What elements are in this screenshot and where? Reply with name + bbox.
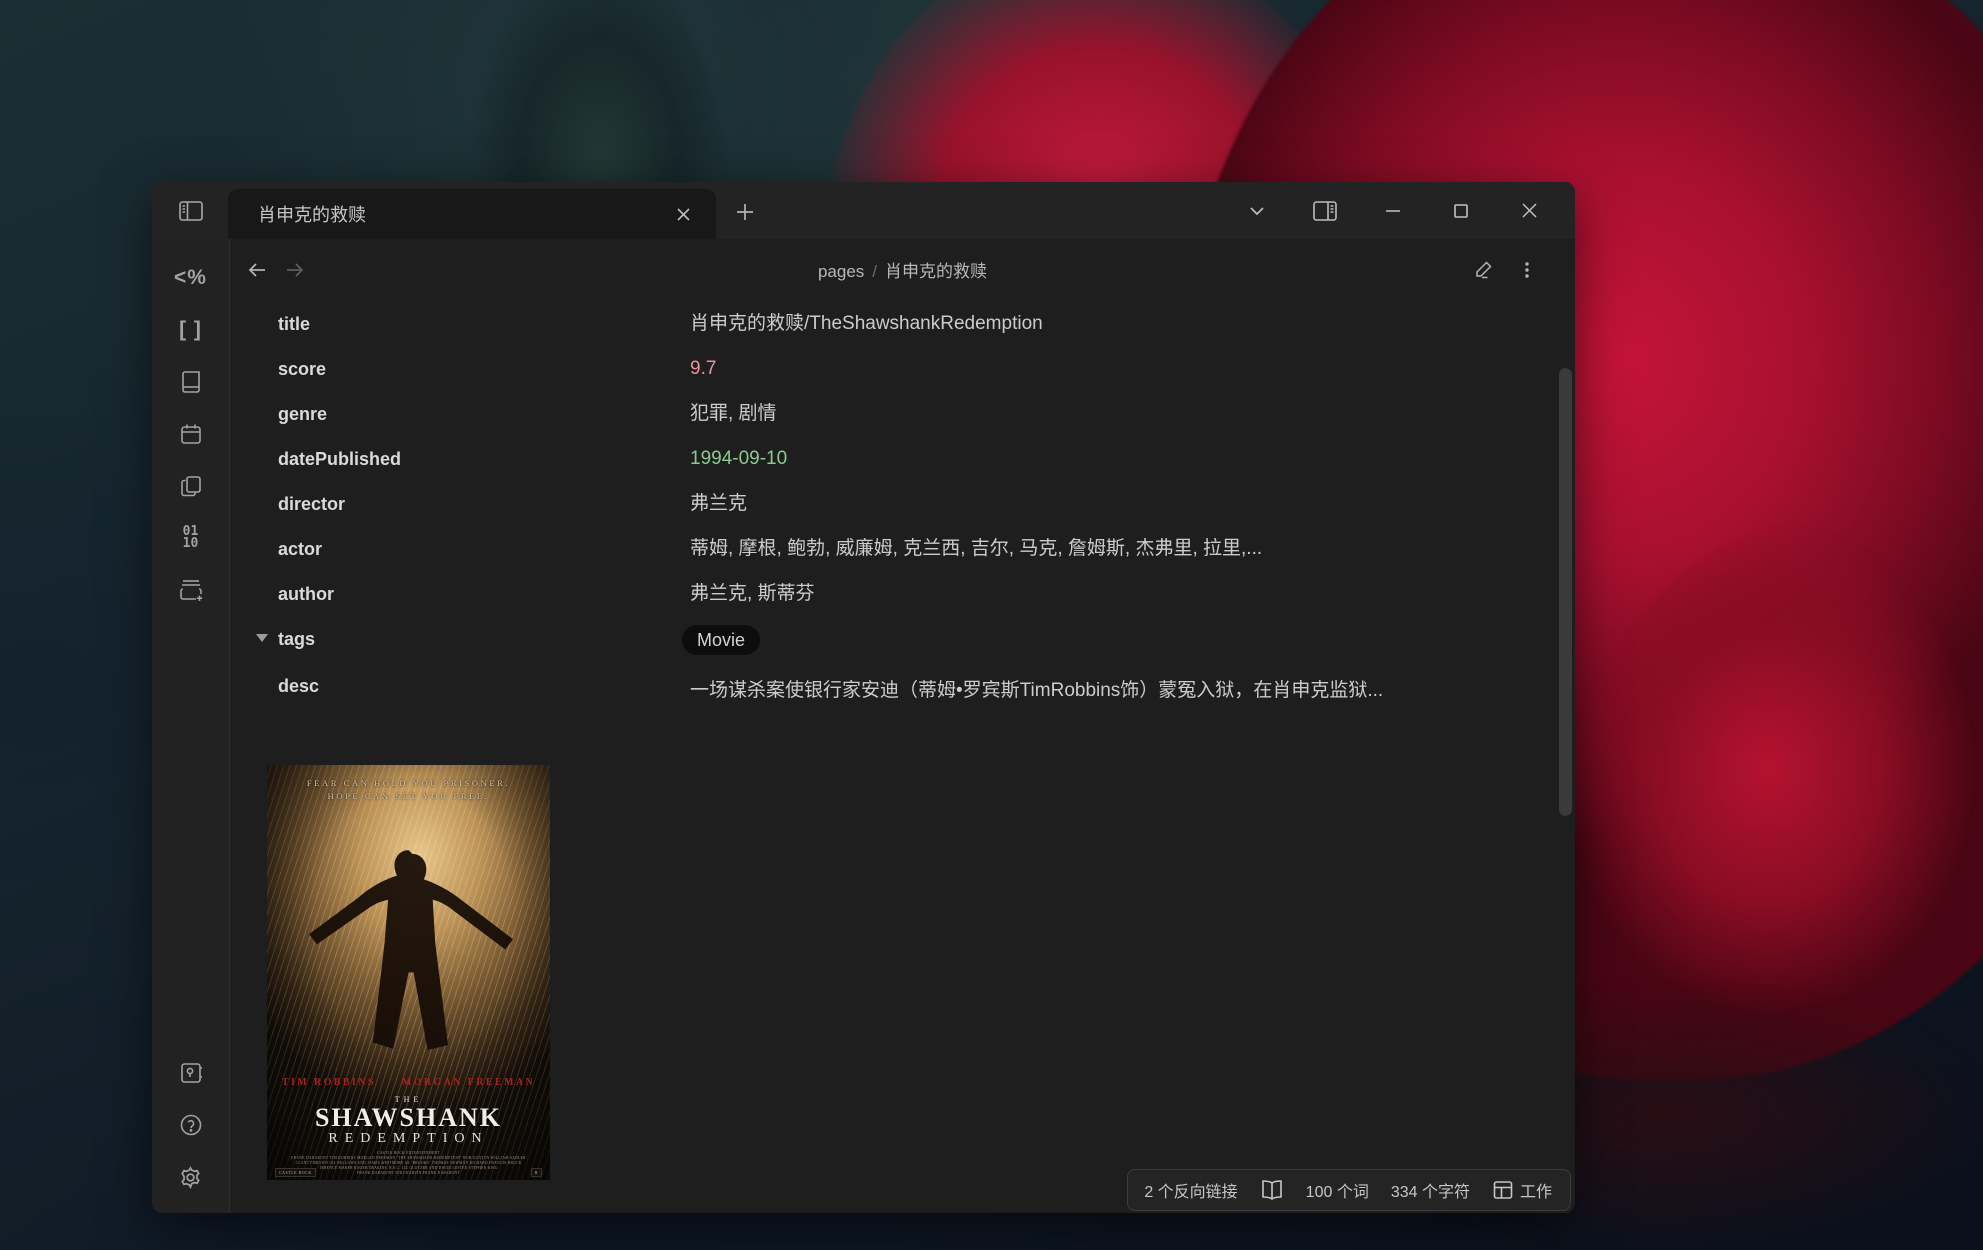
- attr-key: datePublished: [278, 445, 690, 473]
- castle-rock-logo: CASTLE ROCK: [275, 1168, 316, 1177]
- binary-icon[interactable]: 0110: [165, 512, 217, 564]
- poster-tagline: FEAR CAN HOLD YOU PRISONER. HOPE CAN SET…: [267, 777, 550, 803]
- attr-row-genre[interactable]: genre 犯罪, 剧情: [278, 400, 1575, 428]
- close-window-button[interactable]: [1509, 191, 1549, 231]
- help-icon[interactable]: [165, 1099, 217, 1151]
- minimize-button[interactable]: [1373, 191, 1413, 231]
- tab-shawshank[interactable]: 肖申克的救赎: [228, 189, 716, 239]
- rating-logo: R: [531, 1168, 542, 1177]
- attr-key: tags: [278, 625, 690, 653]
- more-kebab-icon[interactable]: [1509, 252, 1545, 288]
- editor-area: pages/肖申克的救赎 title 肖申克的救: [230, 239, 1575, 1213]
- attr-value[interactable]: 1994-09-10: [690, 445, 787, 473]
- attr-key: director: [278, 490, 690, 518]
- attr-row-author[interactable]: author 弗兰克, 斯蒂芬: [278, 580, 1575, 608]
- notebook-icon[interactable]: [165, 356, 217, 408]
- status-bar: 2 个反向链接 100 个词 334 个字符 工作: [1127, 1169, 1571, 1211]
- left-dock: <% [ ]: [152, 239, 230, 1213]
- attribute-table: title 肖申克的救赎/TheShawshankRedemption scor…: [230, 300, 1575, 709]
- backlink-count[interactable]: 2 个反向链接: [1144, 1178, 1237, 1202]
- char-count[interactable]: 334 个字符: [1391, 1178, 1470, 1202]
- breadcrumb-separator: /: [864, 262, 885, 281]
- book-icon[interactable]: [1260, 1179, 1284, 1201]
- workspace-switcher[interactable]: 工作: [1492, 1178, 1552, 1202]
- word-count[interactable]: 100 个词: [1306, 1178, 1369, 1202]
- maximize-button[interactable]: [1441, 191, 1481, 231]
- attr-row-desc[interactable]: desc 一场谋杀案使银行家安迪（蒂姆•罗宾斯TimRobbins饰）蒙冤入狱，…: [278, 672, 1575, 709]
- window-controls: [1237, 191, 1575, 231]
- edit-pencil-icon[interactable]: [1465, 252, 1501, 288]
- add-to-deck-icon[interactable]: [165, 564, 217, 616]
- app-window: 肖申克的救赎: [152, 182, 1575, 1213]
- tab-menu-chevron-icon[interactable]: [1237, 191, 1277, 231]
- attr-row-director[interactable]: director 弗兰克: [278, 490, 1575, 518]
- poster-title-sub: REDEMPTION: [267, 1131, 550, 1147]
- new-tab-button[interactable]: [724, 193, 766, 231]
- breadcrumb[interactable]: pages/肖申克的救赎: [230, 257, 1575, 282]
- attr-key: title: [278, 310, 690, 338]
- template-icon[interactable]: <%: [165, 252, 217, 304]
- sidebar-toggle-button[interactable]: [169, 189, 213, 233]
- attr-value[interactable]: 犯罪, 剧情: [690, 400, 777, 428]
- attr-value[interactable]: 弗兰克, 斯蒂芬: [690, 580, 815, 608]
- workspace-icon: [1492, 1179, 1514, 1201]
- vertical-scrollbar[interactable]: [1559, 368, 1572, 816]
- attr-value[interactable]: 蒂姆, 摩根, 鲍勃, 威廉姆, 克兰西, 吉尔, 马克, 詹姆斯, 杰弗里, …: [690, 535, 1262, 563]
- attr-row-title[interactable]: title 肖申克的救赎/TheShawshankRedemption: [278, 310, 1575, 338]
- attr-row-score[interactable]: score 9.7: [278, 355, 1575, 383]
- breadcrumb-parent[interactable]: pages: [818, 262, 864, 281]
- poster-actor-names: TIM ROBBINSMORGAN FREEMAN: [267, 1077, 550, 1088]
- movie-poster-image[interactable]: FEAR CAN HOLD YOU PRISONER. HOPE CAN SET…: [267, 765, 550, 1180]
- workspace-name: 工作: [1520, 1178, 1552, 1202]
- copy-pages-icon[interactable]: [165, 460, 217, 512]
- data-safe-icon[interactable]: [165, 1047, 217, 1099]
- attr-row-tags[interactable]: tags Movie: [278, 625, 1575, 655]
- breadcrumb-current[interactable]: 肖申克的救赎: [885, 262, 987, 281]
- attr-key: author: [278, 580, 690, 608]
- attr-key: actor: [278, 535, 690, 563]
- tab-close-icon[interactable]: [666, 197, 700, 231]
- split-view-icon[interactable]: [1305, 191, 1345, 231]
- back-icon[interactable]: [238, 251, 276, 289]
- tab-bar: 肖申克的救赎: [152, 182, 1575, 239]
- attr-value[interactable]: 弗兰克: [690, 490, 747, 518]
- attr-value[interactable]: 9.7: [690, 355, 716, 383]
- forward-icon[interactable]: [276, 251, 314, 289]
- attr-key: genre: [278, 400, 690, 428]
- attr-value[interactable]: 肖申克的救赎/TheShawshankRedemption: [690, 310, 1043, 338]
- attr-key: desc: [278, 672, 690, 700]
- doc-header: pages/肖申克的救赎: [230, 239, 1575, 300]
- settings-gear-icon[interactable]: [165, 1151, 217, 1203]
- attr-value[interactable]: 一场谋杀案使银行家安迪（蒂姆•罗宾斯TimRobbins饰）蒙冤入狱，在肖申克监…: [690, 672, 1383, 709]
- poster-title-main: SHAWSHANK: [267, 1103, 550, 1133]
- tab-title: 肖申克的救赎: [258, 201, 666, 227]
- calendar-icon[interactable]: [165, 408, 217, 460]
- tag-pill-movie[interactable]: Movie: [682, 625, 760, 655]
- attr-row-datePublished[interactable]: datePublished 1994-09-10: [278, 445, 1575, 473]
- attr-row-actor[interactable]: actor 蒂姆, 摩根, 鲍勃, 威廉姆, 克兰西, 吉尔, 马克, 詹姆斯,…: [278, 535, 1575, 563]
- brackets-icon[interactable]: [ ]: [165, 304, 217, 356]
- collapse-arrow-icon[interactable]: [256, 634, 268, 642]
- attr-key: score: [278, 355, 690, 383]
